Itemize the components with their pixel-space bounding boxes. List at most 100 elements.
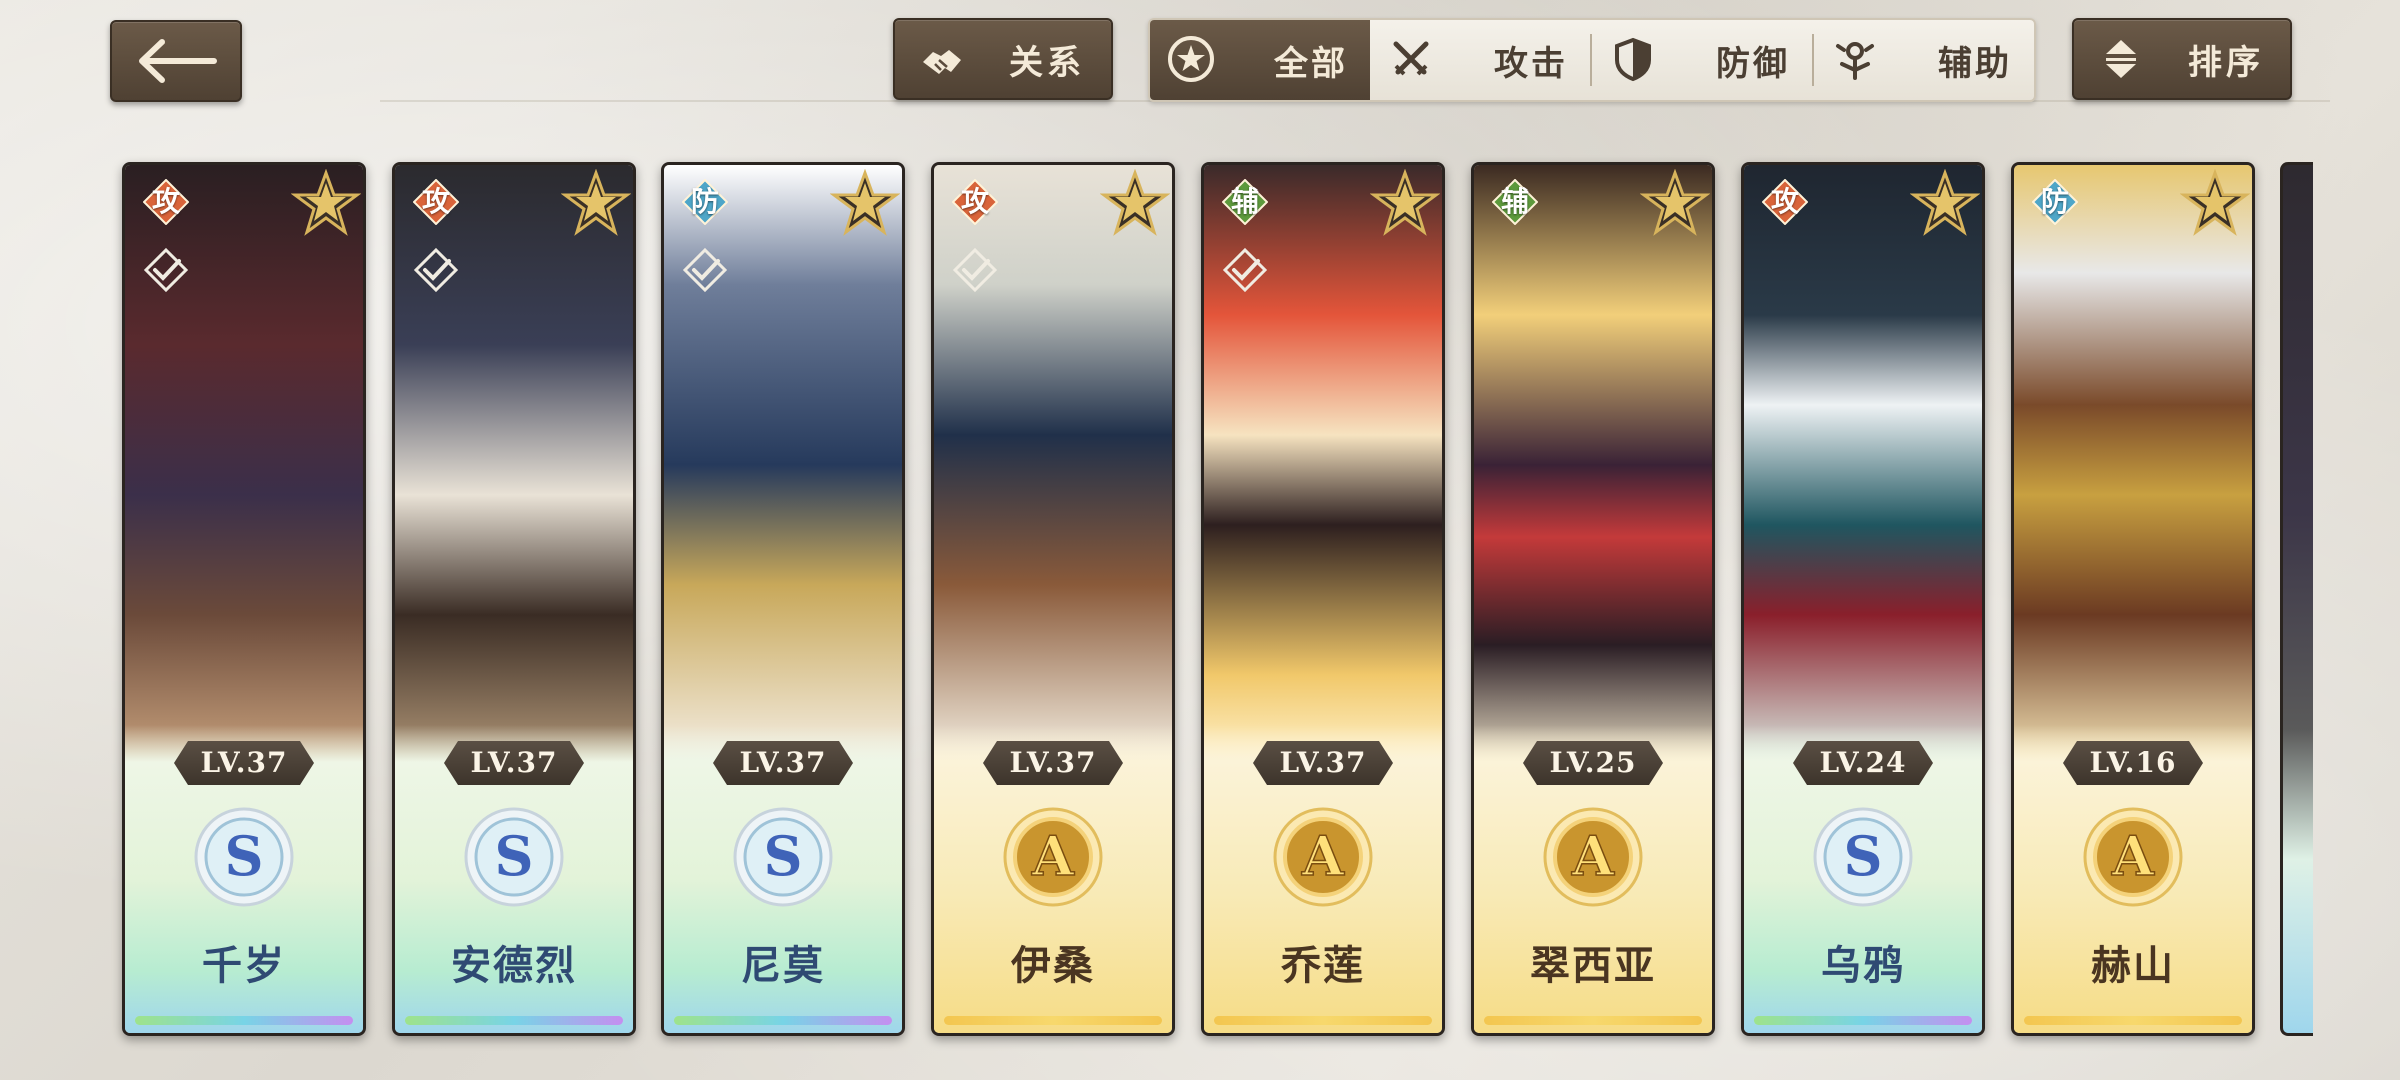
level-label: LV.25 [1523, 741, 1663, 785]
rank-letter: S [225, 824, 264, 888]
crossed-swords-icon [1393, 41, 1429, 76]
card-bottom-bar [944, 1016, 1162, 1025]
tab-support-label: 辅助 [1938, 43, 2012, 84]
star-icon [1100, 169, 1170, 236]
role-badge: 辅 [1492, 179, 1538, 225]
rank-letter: S [764, 824, 803, 888]
level-label: LV.37 [444, 741, 584, 785]
tab-attack-label: 攻击 [1494, 43, 1568, 84]
rank-letter: S [1844, 824, 1883, 888]
character-name: 乔莲 [1281, 943, 1365, 989]
level-label: LV.37 [1253, 741, 1393, 785]
card-bottom-bar [2024, 1016, 2242, 1025]
role-label: 攻 [421, 185, 450, 218]
role-filter-tabs: 全部 攻击 防御 辅助 [1148, 18, 2036, 102]
character-portrait [1474, 165, 1712, 765]
card-bottom-bar [1484, 1016, 1702, 1025]
partial-character-card[interactable] [2280, 162, 2313, 1036]
role-badge: 攻 [143, 179, 189, 225]
relation-label: 关系 [1009, 42, 1085, 83]
shield-icon [1615, 37, 1651, 82]
tab-all[interactable]: 全部 [1150, 20, 1370, 100]
rank-emblem-icon: A [2083, 807, 2183, 907]
relation-button[interactable]: 关系 [893, 18, 1113, 100]
role-badge: 辅 [1222, 179, 1268, 225]
role-badge: 攻 [952, 179, 998, 225]
rank-emblem-icon: S [464, 807, 564, 907]
character-card[interactable]: 防 LV.16 A 赫山 [2011, 162, 2255, 1036]
star-icon [2180, 169, 2250, 236]
role-label: 攻 [1770, 185, 1799, 218]
character-name: 翠西亚 [1530, 943, 1656, 989]
role-badge: 攻 [413, 179, 459, 225]
card-bottom-bar [1754, 1016, 1972, 1025]
sort-label: 排序 [2188, 42, 2264, 83]
role-badge: 防 [682, 179, 728, 225]
star-icon [561, 169, 631, 236]
checkmark-icon [682, 247, 728, 293]
tab-all-label: 全部 [1274, 43, 1348, 84]
sort-button[interactable]: 排序 [2072, 18, 2292, 100]
role-label: 辅 [1500, 185, 1529, 218]
rank-letter: S [495, 824, 534, 888]
star-icon [291, 169, 361, 236]
role-label: 攻 [151, 185, 180, 218]
role-badge: 防 [2032, 179, 2078, 225]
character-card[interactable]: 攻 LV.37 S 安德烈 [392, 162, 636, 1036]
level-label: LV.24 [1793, 741, 1933, 785]
character-card[interactable]: 辅 LV.25 A 翠西亚 [1471, 162, 1715, 1036]
role-badge: 攻 [1762, 179, 1808, 225]
level-label: LV.37 [713, 741, 853, 785]
star-icon [1910, 169, 1980, 236]
rank-emblem-icon: S [1813, 807, 1913, 907]
level-label: LV.16 [2063, 741, 2203, 785]
character-name: 赫山 [2091, 943, 2175, 989]
rank-letter: A [2111, 824, 2155, 888]
role-label: 攻 [960, 185, 989, 218]
rank-emblem-icon: A [1273, 807, 1373, 907]
character-name: 伊桑 [1011, 943, 1095, 989]
back-button[interactable] [110, 20, 242, 102]
role-label: 防 [690, 185, 719, 218]
star-icon [1370, 169, 1440, 236]
level-label: LV.37 [174, 741, 314, 785]
card-bottom-bar [1214, 1016, 1432, 1025]
character-name: 安德烈 [451, 943, 577, 989]
back-arrow-icon [139, 39, 217, 83]
card-bottom-bar [135, 1016, 353, 1025]
tab-defense-label: 防御 [1716, 43, 1790, 84]
checkmark-icon [143, 247, 189, 293]
rank-emblem-icon: A [1003, 807, 1103, 907]
card-bottom-bar [674, 1016, 892, 1025]
checkmark-icon [1222, 247, 1268, 293]
character-name: 乌鸦 [1821, 943, 1905, 989]
rank-emblem-icon: S [733, 807, 833, 907]
character-card[interactable]: 攻 LV.24 S 乌鸦 [1741, 162, 1985, 1036]
tab-defense[interactable]: 防御 [1592, 20, 1812, 100]
character-card[interactable]: 攻 LV.37 A 伊桑 [931, 162, 1175, 1036]
character-name: 尼莫 [741, 943, 825, 989]
level-label: LV.37 [983, 741, 1123, 785]
character-card[interactable]: 攻 LV.37 S 千岁 [122, 162, 366, 1036]
role-label: 辅 [1230, 185, 1259, 218]
checkmark-icon [413, 247, 459, 293]
checkmark-icon [952, 247, 998, 293]
star-icon [1640, 169, 1710, 236]
support-icon [1836, 42, 1874, 80]
card-bottom-bar [405, 1016, 623, 1025]
character-portrait [1744, 165, 1982, 765]
tab-attack[interactable]: 攻击 [1370, 20, 1590, 100]
rank-emblem-icon: S [194, 807, 294, 907]
star-circle-icon [1168, 36, 1214, 82]
rank-letter: A [1031, 824, 1075, 888]
handshake-icon [923, 50, 961, 74]
star-icon [830, 169, 900, 236]
tab-support[interactable]: 辅助 [1814, 20, 2034, 100]
character-card[interactable]: 防 LV.37 S 尼莫 [661, 162, 905, 1036]
rank-letter: A [1571, 824, 1615, 888]
rank-letter: A [1301, 824, 1345, 888]
role-label: 防 [2040, 185, 2069, 218]
rank-emblem-icon: A [1543, 807, 1643, 907]
character-card[interactable]: 辅 LV.37 A 乔莲 [1201, 162, 1445, 1036]
character-portrait [2014, 165, 2252, 765]
